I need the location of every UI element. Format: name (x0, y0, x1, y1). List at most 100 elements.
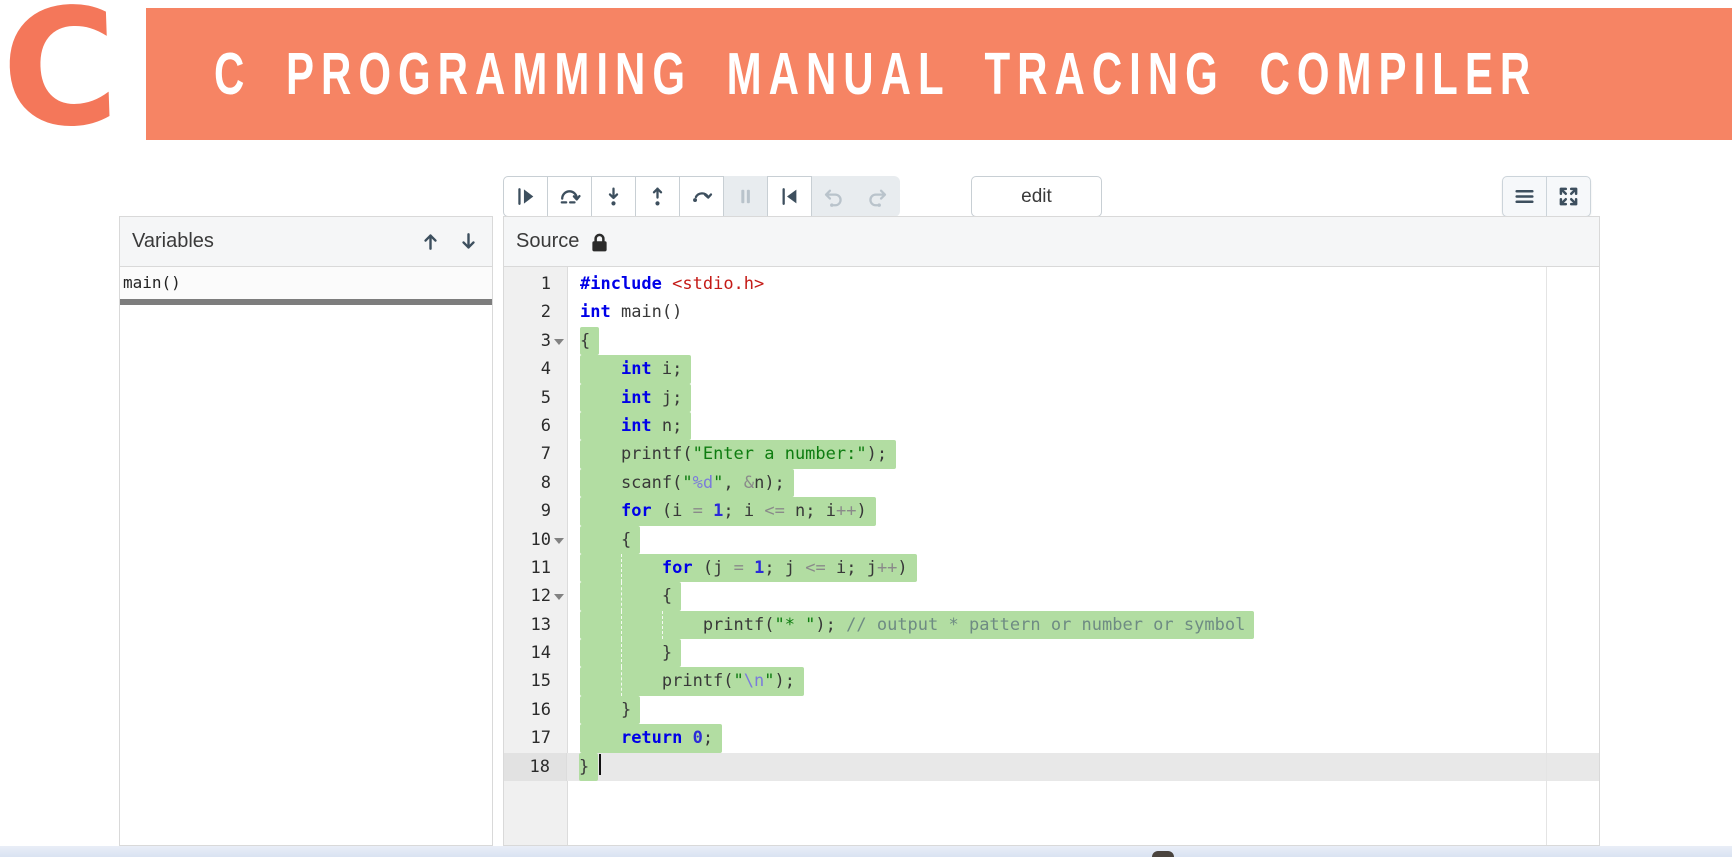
window-toolbar (1502, 176, 1591, 217)
line-number: 4 (504, 355, 567, 383)
code-text: { (567, 327, 1599, 355)
indent-guide (621, 611, 622, 639)
code-line[interactable]: 4 int i; (504, 355, 1599, 383)
source-panel: Source 1#include <stdio.h>2int main()3{4… (503, 216, 1600, 846)
code-text: scanf("%d", &n); (567, 469, 1599, 497)
line-number: 18 (504, 753, 567, 781)
fullscreen-button[interactable] (1546, 176, 1591, 217)
code-text: return 0; (567, 724, 1599, 752)
code-line[interactable]: 10 { (504, 526, 1599, 554)
code-text: } (567, 639, 1599, 667)
code-text: { (567, 526, 1599, 554)
line-number: 15 (504, 667, 567, 695)
code-text: int main() (567, 298, 1599, 326)
code-line[interactable]: 18} (504, 753, 1599, 781)
line-number: 12 (504, 582, 567, 610)
code-text: for (i = 1; i <= n; i++) (567, 497, 1599, 525)
line-number: 9 (504, 497, 567, 525)
hamburger-icon (1512, 184, 1537, 209)
step-into-button[interactable] (591, 176, 636, 217)
code-line[interactable]: 2int main() (504, 298, 1599, 326)
code-text: #include <stdio.h> (567, 270, 1599, 298)
variables-panel-header: Variables (120, 217, 492, 267)
undo-icon (821, 184, 846, 209)
undo-button (811, 176, 856, 217)
indent-guide (621, 582, 622, 610)
indent-guide (621, 639, 622, 667)
app-logo-c: C (0, 0, 125, 158)
step-out-icon (645, 184, 670, 209)
redo-icon (865, 184, 890, 209)
line-number: 13 (504, 611, 567, 639)
code-line[interactable]: 15 printf("\n"); (504, 667, 1599, 695)
line-number: 10 (504, 526, 567, 554)
code-line[interactable]: 7 printf("Enter a number:"); (504, 440, 1599, 468)
step-over-icon (557, 184, 582, 209)
line-number: 17 (504, 724, 567, 752)
step-out-button[interactable] (635, 176, 680, 217)
code-line[interactable]: 17 return 0; (504, 724, 1599, 752)
fold-marker-icon[interactable] (554, 538, 564, 544)
code-text: int i; (567, 355, 1599, 383)
variables-panel-title: Variables (132, 230, 214, 253)
fold-marker-icon[interactable] (554, 594, 564, 600)
code-line[interactable]: 13 printf("* "); // output * pattern or … (504, 611, 1599, 639)
debug-toolbar (503, 176, 900, 217)
line-number: 2 (504, 298, 567, 326)
lock-icon (589, 231, 610, 253)
frame-divider (120, 299, 492, 305)
pause-icon (733, 184, 758, 209)
code-line[interactable]: 16 } (504, 696, 1599, 724)
run-to-end-button[interactable] (679, 176, 724, 217)
line-number: 16 (504, 696, 567, 724)
frame-up-button[interactable] (419, 230, 442, 253)
code-text: } (566, 753, 1599, 781)
frame-down-button[interactable] (457, 230, 480, 253)
source-panel-header: Source (504, 217, 1599, 267)
resume-icon (513, 184, 538, 209)
fold-marker-icon[interactable] (554, 339, 564, 345)
text-cursor (599, 754, 601, 775)
code-line[interactable]: 12 { (504, 582, 1599, 610)
line-number: 8 (504, 469, 567, 497)
code-line[interactable]: 5 int j; (504, 384, 1599, 412)
step-over-button[interactable] (547, 176, 592, 217)
code-line[interactable]: 6 int n; (504, 412, 1599, 440)
code-text: { (567, 582, 1599, 610)
line-number: 7 (504, 440, 567, 468)
code-line[interactable]: 3{ (504, 327, 1599, 355)
skip-start-icon (777, 184, 802, 209)
code-text: int n; (567, 412, 1599, 440)
edit-button[interactable]: edit (971, 176, 1102, 217)
code-text: printf("Enter a number:"); (567, 440, 1599, 468)
code-text: printf("* "); // output * pattern or num… (567, 611, 1599, 639)
arrow-up-icon (419, 230, 442, 253)
line-number: 3 (504, 327, 567, 355)
expand-icon (1556, 184, 1581, 209)
line-number: 14 (504, 639, 567, 667)
code-editor[interactable]: 1#include <stdio.h>2int main()3{4 int i;… (504, 267, 1599, 845)
menu-button[interactable] (1502, 176, 1547, 217)
line-number: 5 (504, 384, 567, 412)
code-line[interactable]: 11 for (j = 1; j <= i; j++) (504, 554, 1599, 582)
stack-frame[interactable]: main() (120, 267, 492, 299)
step-into-icon (601, 184, 626, 209)
redo-button (855, 176, 900, 217)
line-number: 11 (504, 554, 567, 582)
app-title: C PROGRAMMING MANUAL TRACING COMPILER (214, 40, 1537, 108)
resume-button[interactable] (503, 176, 548, 217)
code-line[interactable]: 8 scanf("%d", &n); (504, 469, 1599, 497)
code-line[interactable]: 1#include <stdio.h> (504, 270, 1599, 298)
code-line[interactable]: 9 for (i = 1; i <= n; i++) (504, 497, 1599, 525)
header-banner: C PROGRAMMING MANUAL TRACING COMPILER (146, 8, 1732, 140)
line-number: 6 (504, 412, 567, 440)
hidden-footer-element (1152, 851, 1174, 857)
code-text: int j; (567, 384, 1599, 412)
indent-guide (621, 667, 622, 695)
indent-guide (662, 611, 663, 639)
code-line[interactable]: 14 } (504, 639, 1599, 667)
restart-button[interactable] (767, 176, 812, 217)
code-text: for (j = 1; j <= i; j++) (567, 554, 1599, 582)
variables-panel: Variables main() (119, 216, 493, 846)
pause-button (723, 176, 768, 217)
